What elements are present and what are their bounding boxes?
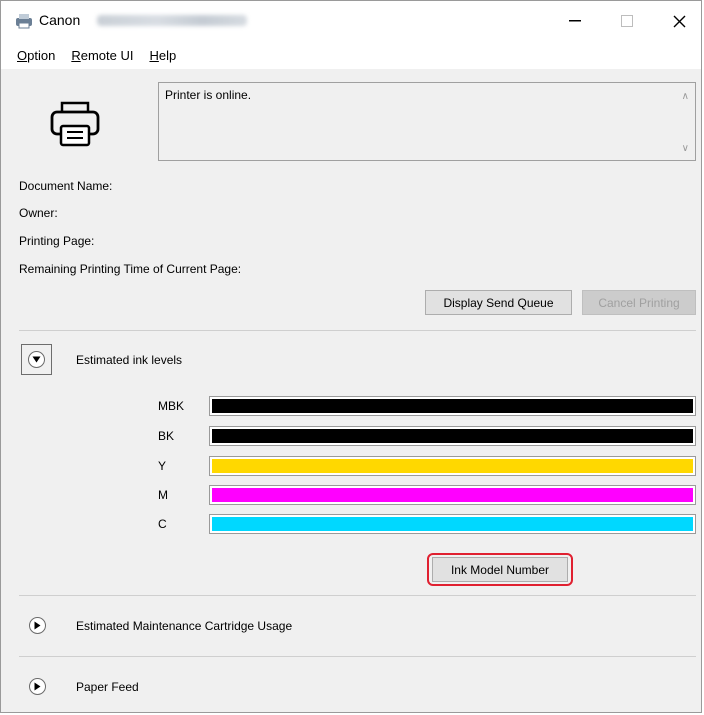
ink-levels-expander[interactable]	[21, 344, 52, 375]
highlight-outline	[427, 553, 573, 586]
ink-bar-c	[209, 514, 696, 534]
ink-label: BK	[158, 429, 175, 443]
minimize-button[interactable]	[553, 7, 597, 35]
title-bar[interactable]: Canon	[1, 1, 701, 41]
maintenance-label: Estimated Maintenance Cartridge Usage	[76, 619, 293, 633]
ink-level-fill	[212, 488, 693, 502]
menu-remote-ui[interactable]: Remote UI	[69, 46, 135, 65]
status-message-box[interactable]: Printer is online. ∧ ∨	[158, 82, 696, 161]
ink-levels-label: Estimated ink levels	[76, 353, 183, 367]
ink-label: M	[158, 488, 168, 502]
paper-feed-label: Paper Feed	[76, 680, 139, 694]
remaining-time-label: Remaining Printing Time of Current Page:	[19, 262, 242, 276]
ink-label: C	[158, 517, 167, 531]
status-monitor-window: Canon Option Remote UI Help Printer is o…	[0, 0, 702, 713]
ink-level-fill	[212, 429, 693, 443]
chevron-down-icon	[28, 351, 45, 368]
blurred-device-name	[97, 15, 247, 26]
display-send-queue-button[interactable]: Display Send Queue	[425, 290, 572, 315]
separator	[19, 595, 696, 596]
close-button[interactable]	[657, 7, 701, 35]
ink-level-fill	[212, 517, 693, 531]
ink-level-fill	[212, 399, 693, 413]
window-title: Canon	[39, 12, 81, 28]
printing-page-label: Printing Page:	[19, 234, 95, 248]
separator	[19, 330, 696, 331]
maximize-button	[605, 7, 649, 35]
cancel-printing-button[interactable]: Cancel Printing	[582, 290, 696, 315]
status-message: Printer is online.	[165, 88, 252, 102]
ink-label: MBK	[158, 399, 185, 413]
ink-bar-mbk	[209, 396, 696, 416]
menu-option[interactable]: Option	[15, 46, 57, 65]
menu-help[interactable]: Help	[147, 46, 178, 65]
chevron-right-icon	[34, 682, 41, 691]
printer-icon	[49, 101, 101, 147]
ink-bar-y	[209, 456, 696, 476]
chevron-right-icon	[34, 621, 41, 630]
maintenance-expander[interactable]	[29, 617, 46, 634]
ink-label: Y	[158, 459, 167, 473]
owner-label: Owner:	[19, 206, 58, 220]
scroll-up-icon[interactable]: ∧	[682, 91, 689, 102]
scroll-down-icon[interactable]: ∨	[682, 143, 689, 154]
document-name-label: Document Name:	[19, 179, 113, 193]
separator	[19, 656, 696, 657]
printer-app-icon	[15, 13, 33, 29]
ink-bar-m	[209, 485, 696, 505]
ink-level-fill	[212, 459, 693, 473]
ink-bar-bk	[209, 426, 696, 446]
paper-feed-expander[interactable]	[29, 678, 46, 695]
menu-bar: Option Remote UI Help	[1, 41, 701, 69]
